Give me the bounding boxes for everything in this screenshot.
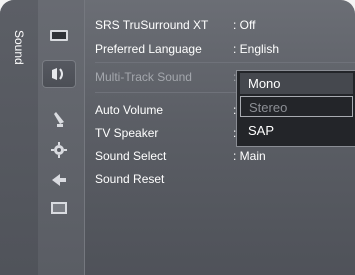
row-label: SRS TruSurround XT (95, 18, 209, 32)
row-value: : Off (233, 18, 256, 32)
picture-icon[interactable] (48, 25, 70, 45)
row-label: Auto Volume (95, 103, 164, 117)
row-label: Multi-Track Sound (95, 70, 192, 84)
row-label: Preferred Language (95, 42, 202, 56)
option-sap[interactable]: SAP (240, 120, 353, 141)
option-mono[interactable]: Mono (240, 73, 353, 94)
row-value: : English (233, 42, 280, 56)
menu-row-sound-select[interactable]: Sound Select : Main (95, 147, 355, 165)
category-icon-column (38, 0, 85, 275)
divider (95, 62, 355, 63)
option-stereo[interactable]: Stereo (240, 96, 353, 117)
menu-row-sound-reset[interactable]: Sound Reset (95, 170, 355, 188)
input-icon[interactable] (48, 170, 70, 190)
row-label: TV Speaker (95, 126, 159, 140)
sidebar-tab: Sound (0, 0, 38, 275)
menu-row-srs[interactable]: SRS TruSurround XT : Off (95, 16, 355, 34)
multi-track-dropdown[interactable]: Mono Stereo SAP (236, 70, 355, 147)
row-value: : Main (233, 149, 266, 163)
menu-row-preferred-language[interactable]: Preferred Language : English (95, 40, 355, 58)
row-label: Sound Reset (95, 172, 165, 186)
sound-icon[interactable] (42, 60, 76, 88)
channel-icon[interactable] (48, 110, 70, 130)
sidebar-tab-label: Sound (12, 29, 26, 65)
setup-icon[interactable] (48, 140, 70, 160)
application-icon[interactable] (48, 198, 70, 218)
row-label: Sound Select (95, 149, 167, 163)
tv-menu-screen: Sound SRS TruSurround XT : Off Preferred… (0, 0, 355, 275)
